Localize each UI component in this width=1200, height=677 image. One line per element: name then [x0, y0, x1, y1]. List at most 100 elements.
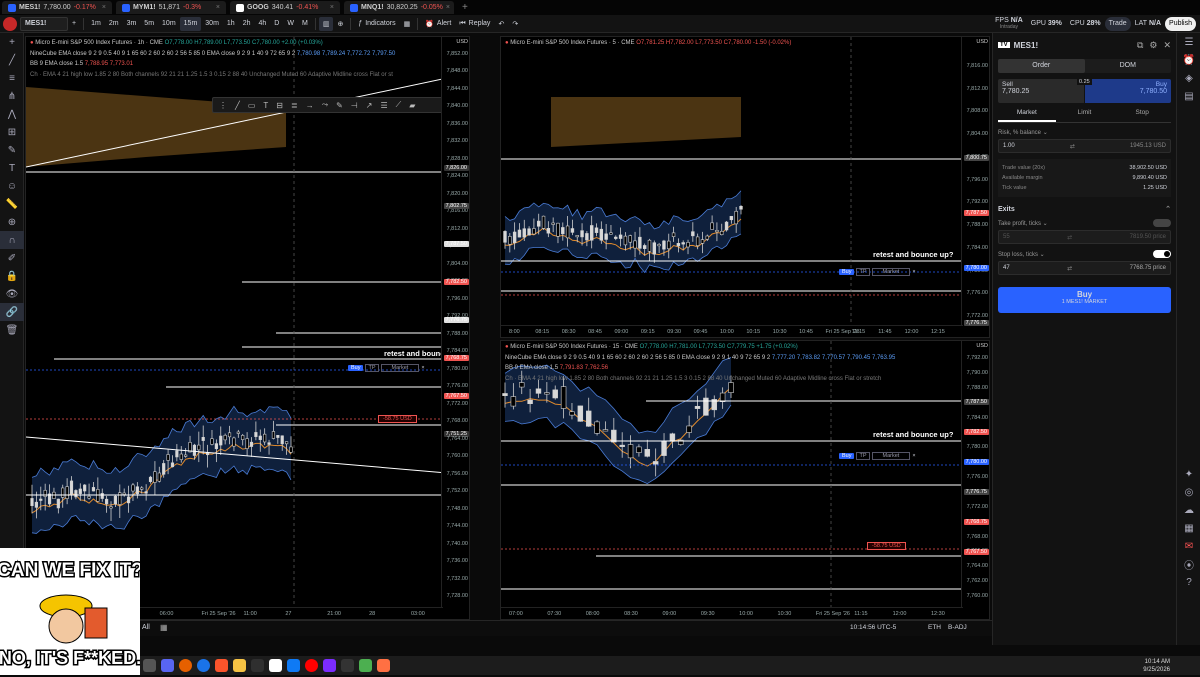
calendar-icon[interactable]: ▦ — [1177, 519, 1200, 537]
interval-15m[interactable]: 15m — [179, 16, 202, 31]
pitchfork-icon[interactable]: ⋔ — [0, 87, 24, 105]
chart-5m[interactable]: ● Micro E-mini S&P 500 Index Futures · 5… — [500, 36, 990, 338]
layout-icon[interactable]: ⧉ — [1137, 40, 1143, 51]
buy-side-button[interactable]: 0.25 Buy 7,780.50 — [1077, 79, 1171, 103]
text-tool-icon[interactable]: T — [263, 101, 268, 110]
interval-m[interactable]: M — [298, 17, 312, 31]
ideas-icon[interactable]: ✦ — [1177, 465, 1200, 483]
tp-button[interactable]: TP — [856, 268, 870, 276]
discord-icon[interactable] — [160, 659, 174, 672]
list-icon[interactable]: ☰ — [380, 101, 387, 110]
audio-app-icon[interactable] — [340, 659, 354, 672]
data-window-icon[interactable]: ▤ — [1177, 87, 1200, 105]
trash-icon[interactable]: 🗑 — [0, 321, 24, 339]
position-pnl[interactable]: -58.75 USD — [867, 542, 906, 550]
folder-icon[interactable] — [232, 659, 246, 672]
user-avatar[interactable] — [3, 16, 17, 31]
rectangle-icon[interactable]: ▭ — [248, 101, 256, 110]
buy-order-line[interactable]: Buy TP Market × — [839, 268, 916, 276]
chart-15m[interactable]: ● Micro E-mini S&P 500 Index Futures · 1… — [500, 340, 990, 620]
exits-header[interactable]: Exits ⌃ — [998, 205, 1171, 214]
interval-d[interactable]: D — [270, 17, 283, 31]
order-type-stop[interactable]: Stop — [1113, 109, 1171, 122]
annotation-text[interactable]: retest and bounce up? — [873, 250, 953, 259]
redo-icon[interactable]: ↷ — [508, 17, 522, 31]
tp-button[interactable]: TP — [856, 452, 870, 460]
clock-readout[interactable]: 10:14:56 UTC-5 — [850, 624, 896, 631]
close-icon[interactable]: × — [446, 4, 450, 11]
brush-icon[interactable]: ✎ — [0, 141, 24, 159]
compare-icon[interactable]: ⊕ — [333, 17, 347, 31]
arrow-icon[interactable]: ↗ — [366, 101, 373, 110]
help-icon[interactable]: ? — [1177, 573, 1200, 591]
templates-icon[interactable]: ▦ — [400, 17, 415, 31]
buy-order-button[interactable]: Buy — [839, 453, 855, 459]
close-icon[interactable]: ✕ — [1163, 40, 1171, 51]
taskbar-app-icon[interactable] — [142, 659, 156, 672]
swap-icon[interactable]: ⇄ — [1070, 143, 1075, 150]
publish-button[interactable]: Publish — [1165, 16, 1196, 31]
ray-icon[interactable]: → — [306, 101, 314, 110]
take-profit-toggle[interactable] — [1153, 219, 1171, 227]
symbol-search[interactable]: MES1! — [20, 16, 68, 31]
brush-tool-icon[interactable]: ✎ — [336, 101, 343, 110]
interval-w[interactable]: W — [283, 17, 298, 31]
close-icon[interactable]: × — [216, 4, 220, 11]
interval-1h[interactable]: 1h — [223, 17, 239, 31]
close-icon[interactable]: × — [912, 269, 915, 275]
new-tab-icon[interactable]: + — [462, 2, 468, 13]
tp-button[interactable]: TP — [365, 364, 379, 372]
interval-3m[interactable]: 3m — [123, 17, 141, 31]
highlighter-icon[interactable]: ▰ — [409, 101, 415, 110]
chart-15m-plot[interactable] — [501, 341, 990, 620]
close-icon[interactable]: × — [912, 453, 915, 459]
magnet-icon[interactable]: ∩ — [0, 231, 24, 249]
sell-button[interactable]: Sell 7,780.25 — [998, 79, 1084, 103]
browser-tab-mnq[interactable]: MNQ1! 30,820.25 -0.05% × — [344, 1, 454, 14]
trade-button[interactable]: Trade — [1104, 16, 1131, 31]
close-icon[interactable]: × — [421, 365, 424, 371]
calendar-icon[interactable]: ▦ — [160, 623, 168, 632]
interval-30m[interactable]: 30m — [201, 17, 223, 31]
interval-1m[interactable]: 1m — [87, 17, 105, 31]
streams-icon[interactable]: ⦿ — [1177, 555, 1200, 573]
position-pnl[interactable]: -58.75 USD — [378, 415, 417, 423]
settings-icon[interactable]: ⚙ — [1149, 40, 1157, 51]
close-icon[interactable]: × — [102, 4, 106, 11]
price-axis[interactable]: USD 7,816.00 7,812.00 7,808.00 7,804.00 7,80… — [961, 37, 989, 337]
trend-line-icon[interactable]: ╱ — [0, 51, 24, 69]
interval-4h[interactable]: 4h — [255, 17, 271, 31]
obs-icon[interactable] — [304, 659, 318, 672]
polyline-icon[interactable]: ⟋ — [396, 100, 402, 110]
tab-dom[interactable]: DOM — [1085, 59, 1172, 73]
text-icon[interactable]: T — [0, 159, 24, 177]
price-axis[interactable]: USD 7,792.007,790.007,788.007,786.007,78… — [961, 341, 989, 619]
app-icon[interactable] — [376, 659, 390, 672]
candles-icon[interactable]: ▥ — [318, 16, 334, 31]
risk-input[interactable]: 1.00 ⇄ 1945.13 USD — [998, 139, 1171, 153]
browser-tab-mym[interactable]: MYM1! 51,871 -0.3% × — [116, 1, 226, 14]
stop-loss-toggle[interactable] — [1153, 250, 1171, 258]
time-axis[interactable]: 8:00 08:15 08:30 08:45 09:00 09:15 09:30 09:45 1… — [501, 325, 963, 337]
add-symbol-icon[interactable]: + — [68, 17, 80, 31]
link-icon[interactable]: 🔗 — [0, 303, 24, 321]
chat-icon[interactable]: ☁ — [1177, 501, 1200, 519]
lock-icon[interactable]: 🔒 — [0, 267, 24, 285]
submit-buy-button[interactable]: Buy 1 MES1! MARKET — [998, 287, 1171, 313]
layers-icon[interactable]: ◈ — [1177, 69, 1200, 87]
indicators-button[interactable]: ƒ Indicators — [354, 17, 399, 31]
close-icon[interactable]: × — [330, 4, 334, 11]
chart-5m-plot[interactable] — [501, 37, 990, 338]
interval-5m[interactable]: 5m — [140, 17, 158, 31]
browser-tab-mes[interactable]: MES1! 7,780.00 -0.17% × — [2, 1, 112, 14]
horizontal-lines-icon[interactable]: ≡ — [0, 69, 24, 87]
buy-order-button[interactable]: Buy — [839, 269, 855, 275]
fib-icon[interactable]: ≣ — [291, 101, 298, 110]
interval-2h[interactable]: 2h — [239, 17, 255, 31]
crosshair-icon[interactable]: + — [0, 33, 24, 51]
measure-projection-icon[interactable]: ⊞ — [0, 123, 24, 141]
undo-icon[interactable]: ↶ — [494, 17, 508, 31]
annotation-text[interactable]: retest and bounce up? — [873, 430, 953, 439]
buy-order-line[interactable]: Buy TP Market × — [348, 364, 425, 372]
taskbar-clock[interactable]: 10:14 AM 9/25/2026 — [1143, 658, 1170, 674]
